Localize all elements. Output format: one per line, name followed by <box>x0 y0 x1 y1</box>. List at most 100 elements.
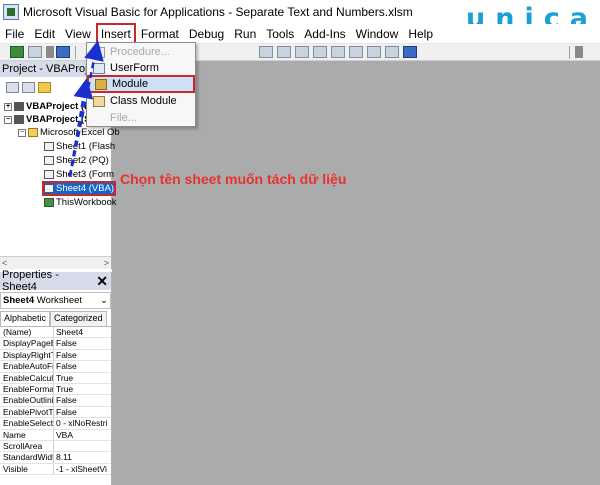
tree-item-excel-objects[interactable]: − Microsoft Excel Ob <box>18 127 120 138</box>
menu-format[interactable]: Format <box>136 25 184 43</box>
property-value[interactable]: True <box>54 384 110 394</box>
insert-userform-icon[interactable] <box>28 46 42 58</box>
tree-item-sheet3[interactable]: Sheet3 (Form <box>44 169 114 180</box>
toolbar-options-icon[interactable] <box>575 46 583 58</box>
property-value[interactable]: False <box>54 395 110 405</box>
menu-add-ins[interactable]: Add-Ins <box>299 25 350 43</box>
toolbar-icon[interactable] <box>331 46 345 58</box>
tree-item-thisworkbook[interactable]: ThisWorkbook <box>44 197 117 208</box>
property-value[interactable]: False <box>54 361 110 371</box>
expand-icon[interactable]: + <box>4 102 12 111</box>
menu-item-procedure[interactable]: Procedure... <box>87 44 195 60</box>
property-row[interactable]: DisplayRightToFalse <box>0 349 111 362</box>
properties-title: Properties - Sheet4 <box>2 269 59 293</box>
collapse-icon[interactable]: − <box>18 128 26 137</box>
chevron-down-icon[interactable]: ⌄ <box>100 295 108 306</box>
property-name: EnableFormatC <box>0 383 54 395</box>
property-value[interactable]: -1 - xlSheetVi <box>54 464 110 474</box>
toolbar-icon[interactable] <box>367 46 381 58</box>
property-row[interactable]: EnableAutoFilteFalse <box>0 361 111 373</box>
excel-view-icon[interactable] <box>10 46 24 58</box>
property-value[interactable]: False <box>54 338 110 348</box>
property-value[interactable]: Sheet4 <box>54 327 110 337</box>
toolbar-icon[interactable] <box>313 46 327 58</box>
property-name: (Name) <box>0 327 54 338</box>
sheet-icon <box>44 156 54 165</box>
tab-alphabetic[interactable]: Alphabetic <box>0 311 51 326</box>
toolbar-icon[interactable] <box>349 46 363 58</box>
property-name: ScrollArea <box>0 440 54 452</box>
menu-item-class-module[interactable]: Class Module <box>87 93 195 109</box>
menu-item-module[interactable]: Module <box>87 75 195 93</box>
property-name: EnableCalculati <box>0 372 54 383</box>
toolbar-icon[interactable] <box>277 46 291 58</box>
menu-run[interactable]: Run <box>229 25 261 43</box>
project-icon <box>14 102 24 111</box>
tree-item-sheet2[interactable]: Sheet2 (PQ) <box>44 155 109 166</box>
tree-item-label: Sheet2 (PQ) <box>56 155 109 166</box>
toolbar-icon[interactable] <box>259 46 273 58</box>
property-row[interactable]: ScrollArea <box>0 440 111 453</box>
menu-help[interactable]: Help <box>403 25 438 43</box>
tree-item-sheet4[interactable]: Sheet4 (VBA) <box>42 181 117 196</box>
menu-item-label: Module <box>112 78 149 90</box>
property-row[interactable]: DisplayPageBreFalse <box>0 338 111 350</box>
properties-title-bar: Properties - Sheet4 ✕ <box>0 269 111 293</box>
menu-view[interactable]: View <box>60 25 96 43</box>
toggle-folders-icon[interactable] <box>38 81 51 93</box>
folder-icon <box>28 128 38 137</box>
menu-window[interactable]: Window <box>351 25 404 43</box>
menu-item-label: Procedure... <box>110 46 170 58</box>
menu-tools[interactable]: Tools <box>261 25 299 43</box>
property-row[interactable]: EnableSelection0 - xlNoRestri <box>0 418 111 430</box>
tree-item-label: Microsoft Excel Ob <box>40 127 120 138</box>
object-selector[interactable]: Sheet4 Worksheet ⌄ <box>0 292 111 309</box>
tree-item-vbaproject-2[interactable]: − VBAProject (S <box>4 114 90 125</box>
toolbar-icon[interactable] <box>385 46 399 58</box>
property-value[interactable] <box>54 441 110 451</box>
property-value[interactable]: 8.11 <box>54 452 110 462</box>
view-code-icon[interactable] <box>6 81 19 93</box>
tree-item-sheet1[interactable]: Sheet1 (Flash <box>44 141 115 152</box>
tree-item-label: Sheet3 (Form <box>56 169 115 180</box>
property-value[interactable]: False <box>54 350 110 360</box>
property-value[interactable]: VBA <box>54 430 110 440</box>
menu-debug[interactable]: Debug <box>184 25 229 43</box>
tree-item-vbaproject-1[interactable]: + VBAProject (F <box>4 101 90 112</box>
object-name: Sheet4 <box>3 295 35 306</box>
property-row[interactable]: StandardWidth 8.11 <box>0 452 111 464</box>
scroll-right-icon[interactable]: > <box>104 258 109 268</box>
property-value[interactable]: 0 - xlNoRestri <box>54 418 110 428</box>
menu-item-file[interactable]: File... <box>87 110 195 126</box>
property-row[interactable]: EnableFormatCTrue <box>0 383 111 396</box>
tree-item-label: Sheet4 (VBA) <box>56 183 115 194</box>
menu-item-userform[interactable]: UserForm <box>87 60 195 76</box>
save-icon[interactable] <box>56 46 70 58</box>
property-name: EnablePivotTab <box>0 406 54 418</box>
property-row[interactable]: (Name) Sheet4 <box>0 327 111 339</box>
menu-edit[interactable]: Edit <box>29 25 60 43</box>
collapse-icon[interactable]: − <box>4 115 12 124</box>
property-row[interactable]: Name VBA <box>0 429 111 441</box>
close-icon[interactable]: ✕ <box>96 273 111 290</box>
property-row[interactable]: EnablePivotTabFalse <box>0 406 111 419</box>
tree-item-label: ThisWorkbook <box>56 197 117 208</box>
view-object-icon[interactable] <box>22 81 35 93</box>
object-type: Worksheet <box>36 295 83 306</box>
scroll-left-icon[interactable]: < <box>2 258 7 268</box>
property-row[interactable]: EnableCalculatiTrue <box>0 372 111 384</box>
workbook-icon <box>44 198 54 207</box>
property-value[interactable]: False <box>54 407 110 417</box>
toolbar-icon[interactable] <box>295 46 309 58</box>
tab-categorized[interactable]: Categorized <box>50 311 107 326</box>
help-icon[interactable] <box>403 46 417 58</box>
file-icon <box>93 113 105 124</box>
properties-tabs: Alphabetic Categorized <box>0 311 111 326</box>
property-row[interactable]: Visible -1 - xlSheetVi <box>0 463 111 476</box>
project-icon <box>14 115 24 124</box>
project-horizontal-scrollbar[interactable]: < > <box>0 256 111 269</box>
property-row[interactable]: EnableOutliningFalse <box>0 395 111 407</box>
property-value[interactable]: True <box>54 373 110 383</box>
chevron-down-icon[interactable] <box>46 46 54 58</box>
menu-file[interactable]: File <box>0 25 29 43</box>
